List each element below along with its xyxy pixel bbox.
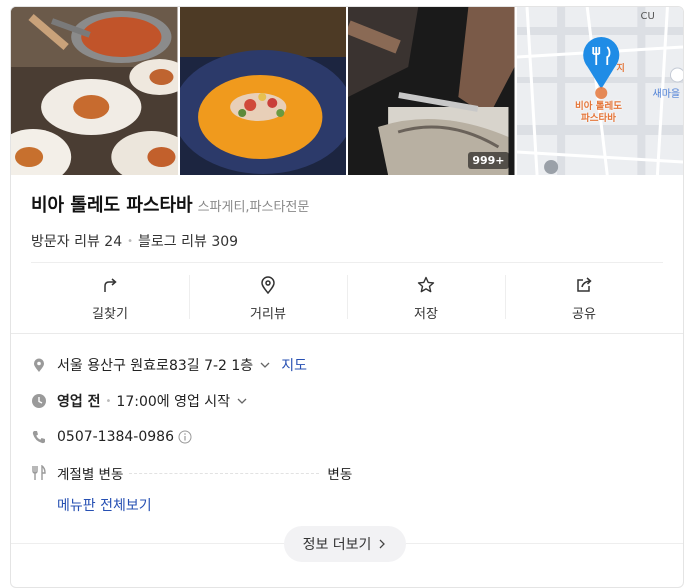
hours-detail: 17:00에 영업 시작 <box>116 394 231 410</box>
info-section: 서울 용산구 원효로83길 7-2 1층 지도 영업 전 • 17:00에 영업… <box>31 347 663 519</box>
review-separator: • <box>127 235 134 247</box>
fork-knife-icon <box>31 465 47 481</box>
map-label-saemaeul: 새마을 <box>652 89 681 100</box>
map-label-cu: CU <box>640 11 655 22</box>
star-icon <box>417 276 435 292</box>
save-label: 저장 <box>414 306 438 322</box>
menu-item-name: 계절별 변동 <box>57 467 124 483</box>
map-thumbnail[interactable]: CU 지 새마을 비아 톨레도 파스타바 <box>516 7 683 175</box>
streetview-pin-icon <box>261 275 275 294</box>
phone-row: 0507-1384-0986 <box>31 419 663 455</box>
share-icon <box>577 276 592 292</box>
more-section: 정보 더보기 <box>11 526 683 562</box>
hours-row: 영업 전 • 17:00에 영업 시작 <box>31 383 663 419</box>
map-link[interactable]: 지도 <box>281 355 307 375</box>
hours-chevron-down-icon[interactable] <box>236 395 248 407</box>
hours-status: 영업 전 <box>57 394 101 410</box>
place-card: 999+ CU 지 새마을 비아 톨레도 파스타바 비아 톨레도 파스타바 스파… <box>10 6 684 588</box>
blog-reviews-link[interactable]: 블로그 리뷰 309 <box>138 231 238 251</box>
share-button[interactable]: 공유 <box>505 263 663 333</box>
directions-button[interactable]: 길찾기 <box>31 263 189 333</box>
review-summary: 방문자 리뷰 24 • 블로그 리뷰 309 <box>31 231 309 251</box>
place-category: 스파게티,파스타전문 <box>197 200 310 215</box>
directions-label: 길찾기 <box>92 306 128 322</box>
streetview-button[interactable]: 거리뷰 <box>189 263 347 333</box>
address-text: 서울 용산구 원효로83길 7-2 1층 <box>57 358 254 374</box>
map-label-ji: 지 <box>616 64 625 74</box>
save-button[interactable]: 저장 <box>347 263 505 333</box>
place-header: 비아 톨레도 파스타바 스파게티,파스타전문 방문자 리뷰 24 • 블로그 리… <box>31 191 309 251</box>
more-info-label: 정보 더보기 <box>302 537 372 553</box>
phone-number[interactable]: 0507-1384-0986 <box>57 429 174 445</box>
directions-icon <box>104 277 117 292</box>
risotto-image <box>179 7 346 175</box>
more-info-button[interactable]: 정보 더보기 <box>284 526 406 562</box>
share-label: 공유 <box>572 306 596 322</box>
clock-icon <box>31 393 47 409</box>
chef-fish-image <box>348 7 515 175</box>
address-row: 서울 용산구 원효로83길 7-2 1층 지도 <box>31 347 663 383</box>
section-divider <box>11 333 683 334</box>
menu-row: 계절별 변동 변동 <box>31 455 663 491</box>
menu-item-price: 변동 <box>327 467 353 483</box>
visitor-reviews-link[interactable]: 방문자 리뷰 24 <box>31 231 122 251</box>
streetview-label: 거리뷰 <box>250 306 286 322</box>
map-pin-label-line2: 파스타바 <box>581 113 616 124</box>
location-pin-icon <box>31 357 47 373</box>
menu-full-link[interactable]: 메뉴판 전체보기 <box>57 495 152 515</box>
menu-leader-line <box>129 472 320 474</box>
map-pin-label-line1: 비아 톨레도 <box>574 101 622 112</box>
photo-strip: 999+ CU 지 새마을 비아 톨레도 파스타바 <box>11 7 683 175</box>
info-icon[interactable] <box>178 430 192 444</box>
photo-pasta-sauce[interactable] <box>11 7 178 175</box>
phone-icon <box>31 429 47 445</box>
chevron-down-icon[interactable] <box>259 359 271 371</box>
action-bar: 길찾기 거리뷰 저장 공유 <box>31 262 663 333</box>
pasta-sauce-image <box>11 7 178 175</box>
chevron-right-icon <box>379 539 386 549</box>
photo-chef-fish[interactable]: 999+ <box>348 7 515 175</box>
photo-count-badge: 999+ <box>468 152 509 169</box>
hours-separator: • <box>105 395 112 407</box>
photo-risotto[interactable] <box>179 7 346 175</box>
place-name[interactable]: 비아 톨레도 파스타바 <box>31 191 193 217</box>
map-pin-label: 비아 톨레도 파스타바 <box>569 101 629 125</box>
